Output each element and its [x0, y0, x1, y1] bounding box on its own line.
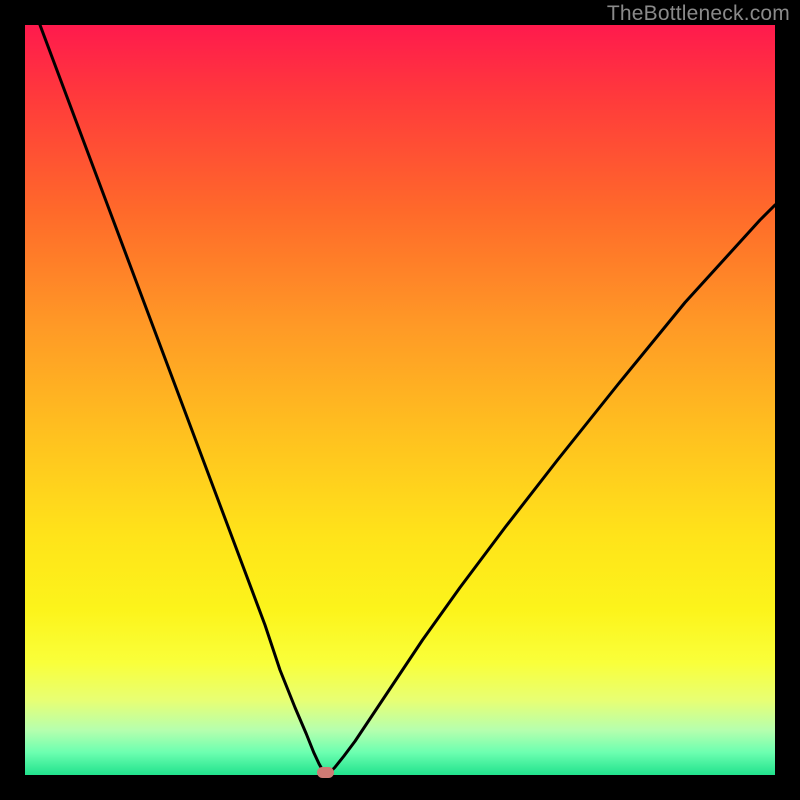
minimum-marker: [317, 767, 334, 778]
plot-area: [25, 25, 775, 775]
watermark-text: TheBottleneck.com: [607, 2, 790, 26]
chart-frame: TheBottleneck.com: [0, 0, 800, 800]
bottleneck-curve: [25, 25, 775, 775]
